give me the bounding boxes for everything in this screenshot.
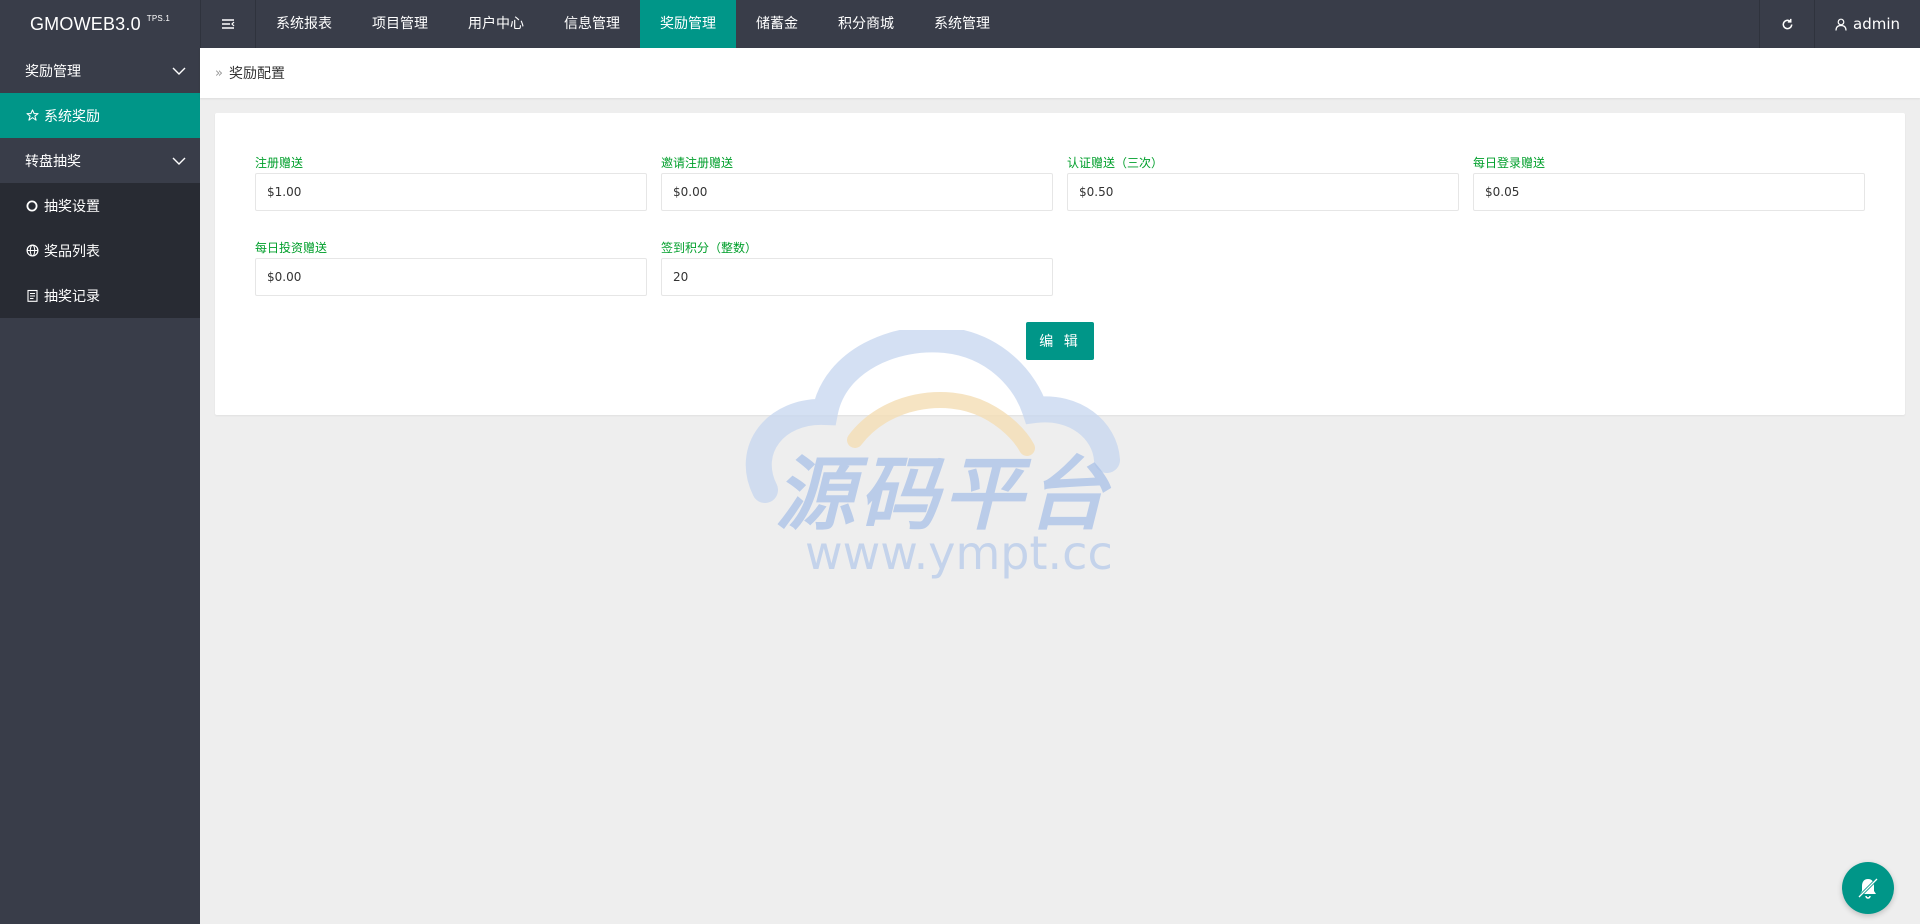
top-bar: GMOWEB3.0 TPS.1 系统报表 项目管理 用户中心 信息管理 奖励管理 …	[0, 0, 1920, 48]
edit-button[interactable]: 编 辑	[1026, 322, 1094, 360]
sidebar: 奖励管理 系统奖励 转盘抽奖 抽奖设置 奖品列表 抽奖记录	[0, 48, 200, 924]
refresh-button[interactable]	[1759, 0, 1815, 48]
register-bonus-field: 注册赠送	[255, 155, 647, 211]
checkin-points-input[interactable]	[661, 258, 1053, 296]
circle-icon	[25, 199, 39, 213]
nav-item-savings[interactable]: 储蓄金	[736, 0, 818, 48]
daily-invest-bonus-field: 每日投资赠送	[255, 240, 647, 296]
sidebar-group-rewards[interactable]: 奖励管理	[0, 48, 200, 93]
reward-config-card: 注册赠送 邀请注册赠送 认证赠送（三次） 每日登录赠送 每日投资赠送 签到积分（…	[215, 113, 1905, 415]
top-right-tools: admin	[1759, 0, 1920, 48]
sidebar-item-lottery-settings[interactable]: 抽奖设置	[0, 183, 200, 228]
daily-invest-bonus-input[interactable]	[255, 258, 647, 296]
bell-off-icon	[1857, 877, 1879, 899]
sidebar-group-label: 奖励管理	[25, 63, 81, 80]
nav-item-users[interactable]: 用户中心	[448, 0, 544, 48]
chevron-down-icon	[172, 157, 186, 165]
main-content: » 奖励配置 注册赠送 邀请注册赠送 认证赠送（三次） 每日登录赠送 每日投资赠…	[200, 48, 1920, 924]
invite-bonus-field: 邀请注册赠送	[661, 155, 1053, 211]
invite-bonus-input[interactable]	[661, 173, 1053, 211]
user-icon	[1835, 18, 1847, 31]
field-label: 注册赠送	[255, 156, 304, 170]
star-icon	[25, 109, 39, 123]
globe-icon	[25, 244, 39, 258]
field-label: 每日投资赠送	[255, 241, 328, 255]
sidebar-group-lottery[interactable]: 转盘抽奖	[0, 138, 200, 183]
nav-item-projects[interactable]: 项目管理	[352, 0, 448, 48]
sidebar-item-prize-list[interactable]: 奖品列表	[0, 228, 200, 273]
logo-text: GMOWEB3.0	[29, 13, 141, 34]
menu-toggle-icon	[222, 19, 235, 29]
register-bonus-input[interactable]	[255, 173, 647, 211]
refresh-icon	[1782, 18, 1792, 29]
checkin-points-field: 签到积分（整数）	[661, 240, 1053, 296]
nav-item-info[interactable]: 信息管理	[544, 0, 640, 48]
sidebar-item-label: 奖品列表	[44, 243, 100, 260]
sidebar-item-label: 抽奖记录	[44, 288, 100, 305]
user-name: admin	[1853, 15, 1900, 33]
verification-bonus-input[interactable]	[1067, 173, 1459, 211]
field-label: 每日登录赠送	[1473, 156, 1546, 170]
chevron-down-icon	[172, 67, 186, 75]
clipboard-icon	[25, 289, 39, 303]
nav-item-reports[interactable]: 系统报表	[256, 0, 352, 48]
sidebar-item-lottery-records[interactable]: 抽奖记录	[0, 273, 200, 318]
breadcrumb-current: 奖励配置	[228, 66, 285, 82]
field-label: 邀请注册赠送	[661, 156, 734, 170]
breadcrumb: » 奖励配置	[200, 48, 1920, 98]
daily-login-bonus-field: 每日登录赠送	[1473, 155, 1865, 211]
verification-bonus-field: 认证赠送（三次）	[1067, 155, 1459, 211]
sidebar-group-label: 转盘抽奖	[25, 153, 81, 170]
logo-version: TPS.1	[146, 13, 171, 23]
nav-item-system[interactable]: 系统管理	[914, 0, 1010, 48]
breadcrumb-separator: »	[215, 65, 223, 81]
sidebar-item-label: 系统奖励	[44, 108, 100, 125]
sidebar-item-system-rewards[interactable]: 系统奖励	[0, 93, 200, 138]
sidebar-toggle-button[interactable]	[200, 0, 256, 48]
top-nav: 系统报表 项目管理 用户中心 信息管理 奖励管理 储蓄金 积分商城 系统管理	[256, 0, 1010, 48]
user-menu[interactable]: admin	[1815, 0, 1920, 48]
daily-login-bonus-input[interactable]	[1473, 173, 1865, 211]
sidebar-item-label: 抽奖设置	[44, 198, 100, 215]
field-label: 签到积分（整数）	[661, 241, 758, 255]
notification-mute-button[interactable]	[1842, 862, 1894, 914]
nav-item-points-mall[interactable]: 积分商城	[818, 0, 914, 48]
app-logo[interactable]: GMOWEB3.0 TPS.1	[0, 0, 200, 48]
field-label: 认证赠送（三次）	[1067, 156, 1164, 170]
nav-item-rewards[interactable]: 奖励管理	[640, 0, 736, 48]
